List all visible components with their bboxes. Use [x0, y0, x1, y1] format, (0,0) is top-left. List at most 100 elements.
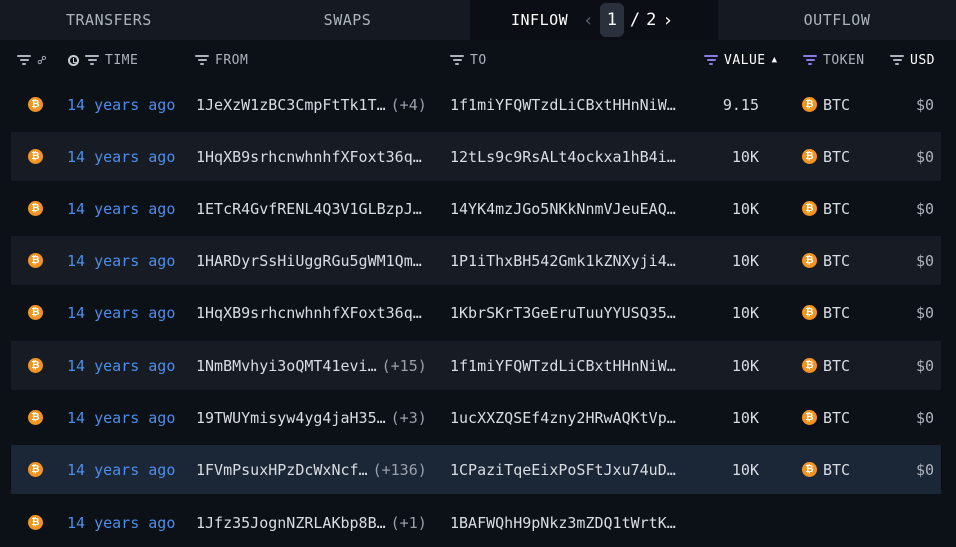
- from-more-count[interactable]: (+15): [382, 357, 427, 375]
- row-token[interactable]: ₿ BTC: [802, 80, 850, 129]
- from-address[interactable]: 1HARDyrSsHiUggRGu5gWM1Qm…: [196, 252, 422, 270]
- column-token[interactable]: TOKEN: [803, 40, 865, 80]
- token-symbol: BTC: [823, 199, 851, 218]
- from-address[interactable]: 1HqXB9srhcnwhnhfXFoxt36q…: [196, 304, 422, 322]
- from-filter-icon[interactable]: [195, 55, 209, 65]
- row-from[interactable]: 1HqXB9srhcnwhnhfXFoxt36q…: [196, 132, 427, 181]
- row-token[interactable]: ₿ BTC: [802, 445, 850, 494]
- tab-swaps-label: SWAPS: [323, 11, 372, 29]
- row-token[interactable]: ₿ BTC: [802, 288, 850, 337]
- table-row[interactable]: ₿ 14 years ago 1NmBMvhyi3oQMT41evi… (+15)…: [11, 341, 941, 390]
- row-time[interactable]: 14 years ago: [67, 132, 175, 181]
- row-time[interactable]: 14 years ago: [67, 393, 175, 442]
- row-to[interactable]: 1CPaziTqeEixPoSFtJxu74uD…: [450, 445, 676, 494]
- from-address[interactable]: 1Jfz35JognNZRLAKbp8B…: [196, 514, 386, 532]
- from-address[interactable]: 1HqXB9srhcnwhnhfXFoxt36q…: [196, 148, 422, 166]
- row-value: 10K: [731, 460, 759, 479]
- row-token[interactable]: ₿ BTC: [802, 132, 850, 181]
- tab-outflow[interactable]: OUTFLOW: [718, 0, 956, 40]
- column-time-label: TIME: [105, 52, 139, 68]
- bitcoin-icon: ₿: [802, 149, 817, 164]
- row-from[interactable]: 1HARDyrSsHiUggRGu5gWM1Qm…: [196, 236, 427, 285]
- row-token[interactable]: ₿ BTC: [802, 341, 850, 390]
- row-to[interactable]: 1f1miYFQWTzdLiCBxtHHnNiW…: [450, 341, 676, 390]
- row-time[interactable]: 14 years ago: [67, 80, 175, 129]
- value-filter-icon[interactable]: [704, 55, 718, 65]
- usd-filter-icon[interactable]: [890, 55, 904, 65]
- from-more-count[interactable]: (+1): [391, 514, 427, 532]
- from-more-count[interactable]: (+3): [391, 409, 427, 427]
- row-from[interactable]: 1FVmPsuxHPzDcWxNcf… (+136): [196, 445, 427, 494]
- row-to[interactable]: 12tLs9c9RsALt4ockxa1hB4i…: [450, 132, 676, 181]
- row-from[interactable]: 1Jfz35JognNZRLAKbp8B… (+1): [196, 498, 427, 547]
- next-page-icon[interactable]: ›: [662, 10, 673, 31]
- from-address[interactable]: 19TWUYmisyw4yg4jaH35…: [196, 409, 386, 427]
- row-usd: $0: [915, 408, 934, 427]
- token-symbol: BTC: [823, 408, 851, 427]
- row-to[interactable]: 1ucXXZQSEf4zny2HRwAQKtVp…: [450, 393, 676, 442]
- filter-icon[interactable]: [17, 55, 31, 65]
- from-address[interactable]: 1JeXzW1zBC3CmpFtTk1T…: [196, 96, 386, 114]
- row-usd: $0: [915, 95, 934, 114]
- from-more-count[interactable]: (+136): [373, 461, 427, 479]
- table-header: ⚯ TIME FROM TO VALUE ▲ TOKEN USD: [0, 40, 956, 80]
- row-time[interactable]: 14 years ago: [67, 341, 175, 390]
- row-to[interactable]: 1BAFWQhH9pNkz3mZDQ1tWrtK…: [450, 498, 676, 547]
- row-usd: $0: [915, 460, 934, 479]
- bitcoin-icon: ₿: [802, 253, 817, 268]
- from-address[interactable]: 1FVmPsuxHPzDcWxNcf…: [196, 461, 368, 479]
- link-icon[interactable]: ⚯: [34, 51, 51, 68]
- row-from[interactable]: 1JeXzW1zBC3CmpFtTk1T… (+4): [196, 80, 427, 129]
- current-page[interactable]: 1: [599, 3, 624, 37]
- row-to[interactable]: 1P1iThxBH542Gmk1kZNXyji4…: [450, 236, 676, 285]
- row-from[interactable]: 1HqXB9srhcnwhnhfXFoxt36q…: [196, 288, 427, 337]
- table-row-selected[interactable]: ₿ 14 years ago 1FVmPsuxHPzDcWxNcf… (+136)…: [11, 445, 941, 494]
- tab-swaps[interactable]: SWAPS: [225, 0, 470, 40]
- tab-transfers[interactable]: TRANSFERS: [0, 0, 225, 40]
- table-row[interactable]: ₿ 14 years ago 1JeXzW1zBC3CmpFtTk1T… (+4)…: [11, 80, 941, 129]
- row-time[interactable]: 14 years ago: [67, 498, 175, 547]
- column-usd[interactable]: USD: [890, 40, 935, 80]
- row-time[interactable]: 14 years ago: [67, 236, 175, 285]
- row-to[interactable]: 1KbrSKrT3GeEruTuuYYUSQ35…: [450, 288, 676, 337]
- column-token-label: TOKEN: [823, 52, 865, 68]
- row-time[interactable]: 14 years ago: [67, 445, 175, 494]
- row-time[interactable]: 14 years ago: [67, 288, 175, 337]
- table-row[interactable]: ₿ 14 years ago 1ETcR4GvfRENL4Q3V1GLBzpJ……: [11, 184, 941, 233]
- from-address[interactable]: 1NmBMvhyi3oQMT41evi…: [196, 357, 377, 375]
- row-from[interactable]: 1NmBMvhyi3oQMT41evi… (+15): [196, 341, 427, 390]
- to-filter-icon[interactable]: [450, 55, 464, 65]
- table-row[interactable]: ₿ 14 years ago 1Jfz35JognNZRLAKbp8B… (+1)…: [11, 498, 941, 547]
- row-time[interactable]: 14 years ago: [67, 184, 175, 233]
- column-to-label: TO: [470, 52, 487, 68]
- row-from[interactable]: 19TWUYmisyw4yg4jaH35… (+3): [196, 393, 427, 442]
- column-to[interactable]: TO: [450, 40, 487, 80]
- table-row[interactable]: ₿ 14 years ago 1HARDyrSsHiUggRGu5gWM1Qm……: [11, 236, 941, 285]
- from-address[interactable]: 1ETcR4GvfRENL4Q3V1GLBzpJ…: [196, 200, 422, 218]
- row-from[interactable]: 1ETcR4GvfRENL4Q3V1GLBzpJ…: [196, 184, 427, 233]
- token-symbol: BTC: [823, 251, 851, 270]
- sort-ascending-icon[interactable]: ▲: [772, 55, 778, 65]
- column-from-label: FROM: [215, 52, 249, 68]
- column-value[interactable]: VALUE ▲: [704, 40, 778, 80]
- row-token[interactable]: ₿ BTC: [802, 393, 850, 442]
- token-symbol: BTC: [823, 356, 851, 375]
- row-to[interactable]: 14YK4mzJGo5NKkNnmVJeuEAQ…: [450, 184, 676, 233]
- row-to[interactable]: 1f1miYFQWTzdLiCBxtHHnNiW…: [450, 80, 676, 129]
- row-token[interactable]: ₿ BTC: [802, 236, 850, 285]
- token-filter-icon[interactable]: [803, 55, 817, 65]
- bitcoin-icon: ₿: [28, 253, 43, 268]
- row-value: 10K: [731, 303, 759, 322]
- table-row[interactable]: ₿ 14 years ago 1HqXB9srhcnwhnhfXFoxt36q……: [11, 288, 941, 337]
- bitcoin-icon: ₿: [802, 410, 817, 425]
- table-row[interactable]: ₿ 14 years ago 1HqXB9srhcnwhnhfXFoxt36q……: [11, 132, 941, 181]
- from-more-count[interactable]: (+4): [391, 96, 427, 114]
- time-filter-icon[interactable]: [85, 55, 99, 65]
- column-time[interactable]: TIME: [68, 40, 138, 80]
- table-row[interactable]: ₿ 14 years ago 19TWUYmisyw4yg4jaH35… (+3)…: [11, 393, 941, 442]
- row-filter[interactable]: ⚯: [17, 40, 51, 80]
- column-from[interactable]: FROM: [195, 40, 248, 80]
- prev-page-icon[interactable]: ‹: [583, 10, 594, 31]
- column-usd-label: USD: [910, 52, 935, 68]
- row-token[interactable]: ₿ BTC: [802, 184, 850, 233]
